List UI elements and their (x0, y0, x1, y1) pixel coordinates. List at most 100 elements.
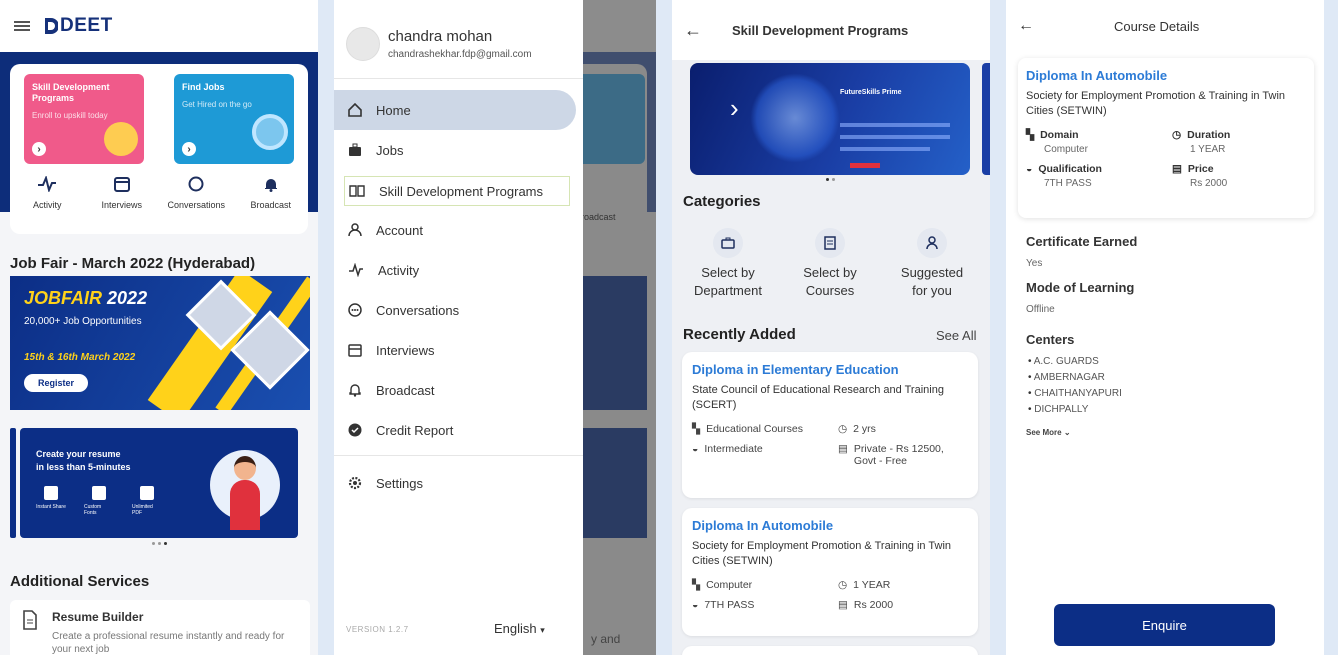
activity-icon (37, 176, 57, 192)
jobfair-heading: Job Fair - March 2022 (Hyderabad) (10, 255, 256, 272)
activity-icon (348, 263, 364, 277)
drawer-item-settings[interactable]: Settings (334, 463, 576, 503)
category-label: Select by Department (694, 265, 762, 298)
drawer-item-conversations[interactable]: Conversations (334, 290, 576, 330)
check-circle-icon (348, 423, 362, 437)
course-card[interactable]: Diploma In Automobile Society for Employ… (682, 508, 978, 636)
see-all-link[interactable]: See All (936, 328, 976, 343)
document-icon (22, 610, 38, 650)
menu-icon[interactable] (14, 19, 30, 33)
recent-heading: Recently Added (683, 326, 796, 343)
drawer-item-skill-programs[interactable]: Skill Development Programs (344, 176, 570, 206)
quick-label: Broadcast (250, 200, 292, 210)
mode-value: Offline (1026, 304, 1055, 315)
domain-field: ▚ Domain Computer (1026, 129, 1088, 155)
building-icon: ▚ (692, 579, 701, 591)
see-more-link[interactable]: See More ⌄ (1026, 428, 1071, 437)
navigation-drawer: chandra mohan chandrashekhar.fdp@gmail.c… (334, 0, 583, 655)
drawer-item-jobs[interactable]: Jobs (334, 130, 576, 170)
home-screen: DEET Skill Development Programs Enroll t… (0, 0, 318, 655)
quick-label: Activity (32, 200, 62, 210)
card-title: Skill Development Programs (32, 82, 110, 103)
language-selector[interactable]: English ▾ (494, 621, 545, 636)
jobfair-title: JOBFAIR 2022 (24, 288, 148, 308)
arrow-right-icon: › (182, 142, 196, 156)
carousel-peek (982, 63, 990, 175)
quick-broadcast[interactable]: Broadcast (236, 176, 306, 210)
resume-builder-title: Resume Builder (52, 610, 144, 624)
drawer-item-broadcast[interactable]: Broadcast (334, 370, 576, 410)
person-icon (917, 228, 947, 258)
back-arrow-icon[interactable]: ← (684, 20, 702, 41)
course-card[interactable] (682, 646, 978, 655)
course-org: Society for Employment Promotion & Train… (1026, 90, 1286, 117)
avatar (346, 27, 380, 61)
skill-programs-card[interactable]: Skill Development Programs Enroll to ups… (24, 74, 144, 164)
category-courses[interactable]: Select by Courses (780, 228, 880, 300)
home-icon (348, 103, 362, 117)
resume-builder-item[interactable]: Resume Builder Create a professional res… (10, 600, 310, 655)
course-qualification: ◒ Intermediate (692, 443, 763, 455)
drawer-item-account[interactable]: Account (334, 210, 576, 250)
course-org: State Council of Educational Research an… (692, 384, 944, 411)
jobfair-dates: 15th & 16th March 2022 (24, 352, 136, 363)
price-icon: ▤ (1172, 163, 1182, 175)
center-item: CHAITHANYAPURI (1028, 386, 1122, 402)
qualification-field: ◒ Qualification 7TH PASS (1026, 163, 1102, 189)
price-icon: ▤ (838, 599, 848, 611)
drawer-item-interviews[interactable]: Interviews (334, 330, 576, 370)
book-icon (349, 184, 365, 198)
clock-icon: ◷ (838, 579, 848, 591)
center-item: DICHPALLY (1028, 402, 1122, 418)
drawer-item-credit-report[interactable]: Credit Report (334, 410, 576, 450)
course-duration: ◷ 2 yrs (838, 423, 876, 435)
course-card[interactable]: Diploma in Elementary Education State Co… (682, 352, 978, 498)
register-button[interactable]: Register (24, 374, 89, 392)
dimmed-background[interactable]: roadcast y and (583, 0, 656, 655)
chat-icon (348, 303, 362, 317)
drawer-item-activity[interactable]: Activity (334, 250, 576, 290)
course-price: ▤ Private - Rs 12500, Govt - Free (838, 443, 944, 467)
jobfair-banner[interactable]: JOBFAIR 2022 20,000+ Job Opportunities 1… (10, 276, 310, 410)
price-icon: ▤ (838, 443, 848, 455)
clock-icon: ◷ (1172, 129, 1182, 141)
find-jobs-card[interactable]: Find Jobs Get Hired on the go › (174, 74, 294, 164)
drawer-item-home[interactable]: Home (334, 90, 576, 130)
profile-header[interactable]: chandra mohan chandrashekhar.fdp@gmail.c… (334, 0, 583, 68)
quick-label: Conversations (167, 200, 226, 210)
back-arrow-icon[interactable]: ← (1018, 17, 1034, 35)
banner-title: FutureSkills Prime (840, 89, 902, 96)
caret-down-icon: ▾ (540, 625, 545, 635)
chevron-down-icon: ⌄ (1063, 428, 1071, 437)
category-suggested[interactable]: Suggested for you (882, 228, 982, 300)
building-icon: ▚ (1026, 129, 1035, 141)
duration-field: ◷ Duration 1 YEAR (1172, 129, 1231, 155)
quick-interviews[interactable]: Interviews (87, 176, 157, 210)
course-title: Diploma In Automobile (692, 518, 834, 533)
resume-banner[interactable]: Create your resume in less than 5-minutes… (20, 428, 298, 538)
bell-icon (263, 176, 279, 192)
mode-label: Mode of Learning (1026, 280, 1135, 295)
document-icon (815, 228, 845, 258)
chat-icon (187, 176, 205, 192)
category-label: Select by Courses (803, 265, 857, 298)
person-icon (348, 223, 362, 237)
quick-conversations[interactable]: Conversations (161, 176, 231, 210)
centers-label: Centers (1026, 332, 1075, 347)
peek-label: y and (591, 632, 621, 646)
category-department[interactable]: Select by Department (678, 228, 778, 300)
enquire-button[interactable]: Enquire (1054, 604, 1275, 646)
app-logo: DEET (44, 15, 113, 37)
graduation-icon: ◒ (692, 599, 699, 611)
divider (334, 78, 583, 79)
quick-activity[interactable]: Activity (12, 176, 82, 210)
page-title: Course Details (1114, 18, 1200, 34)
quick-icons: Activity Interviews Conversations Broadc… (10, 176, 308, 210)
arrow-right-icon: › (32, 142, 46, 156)
quick-access-panel: Skill Development Programs Enroll to ups… (10, 64, 308, 234)
building-icon: ▚ (692, 423, 701, 435)
version-label: VERSION 1.2.7 (346, 625, 409, 634)
card-subtitle: Enroll to upskill today (32, 111, 108, 120)
centers-list: A.C. GUARDS AMBERNAGAR CHAITHANYAPURI DI… (1028, 354, 1122, 418)
promo-banner[interactable]: › FutureSkills Prime (690, 63, 970, 175)
